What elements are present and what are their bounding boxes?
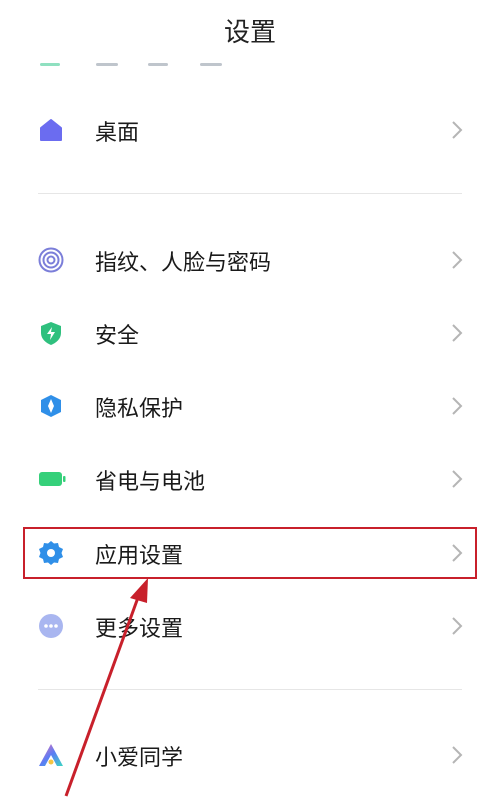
chevron-right-icon <box>448 468 466 490</box>
shield-icon <box>38 320 64 346</box>
title-bar: 设置 <box>0 0 500 60</box>
partial-list-item <box>0 58 500 70</box>
settings-item-desktop[interactable]: 桌面 <box>0 101 500 157</box>
battery-icon <box>38 466 66 492</box>
xiaoai-icon <box>38 742 64 768</box>
more-dots-icon <box>38 613 64 639</box>
settings-item-fingerprint-face-password[interactable]: 指纹、人脸与密码 <box>0 231 500 287</box>
settings-item-privacy[interactable]: 隐私保护 <box>0 377 500 433</box>
highlight-box <box>23 527 477 579</box>
chevron-right-icon <box>448 395 466 417</box>
settings-item-label: 指纹、人脸与密码 <box>95 251 272 276</box>
settings-item-label: 隐私保护 <box>95 397 184 422</box>
settings-item-battery[interactable]: 省电与电池 <box>0 450 500 506</box>
privacy-icon <box>38 393 64 419</box>
settings-item-label: 桌面 <box>95 121 140 146</box>
fingerprint-icon <box>38 247 64 273</box>
partial-icon <box>40 63 60 66</box>
section-divider <box>38 193 462 194</box>
settings-item-label: 省电与电池 <box>95 470 206 495</box>
settings-item-label: 安全 <box>95 324 140 349</box>
section-divider <box>38 689 462 690</box>
settings-item-label: 小爱同学 <box>95 746 184 771</box>
settings-item-xiaoai[interactable]: 小爱同学 <box>0 726 500 782</box>
settings-item-security[interactable]: 安全 <box>0 304 500 360</box>
settings-item-more-settings[interactable]: 更多设置 <box>0 597 500 653</box>
settings-item-label: 更多设置 <box>95 617 184 642</box>
home-icon <box>38 117 64 143</box>
chevron-right-icon <box>448 249 466 271</box>
page-title: 设置 <box>223 18 276 48</box>
chevron-right-icon <box>448 322 466 344</box>
chevron-right-icon <box>448 119 466 141</box>
chevron-right-icon <box>448 744 466 766</box>
chevron-right-icon <box>448 615 466 637</box>
